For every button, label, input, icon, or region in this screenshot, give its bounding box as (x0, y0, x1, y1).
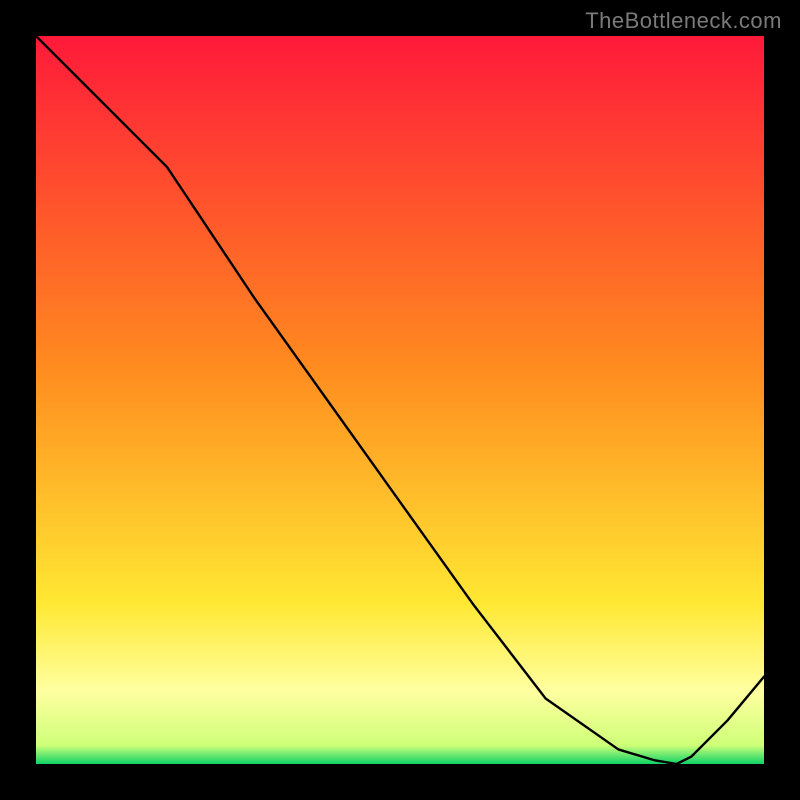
watermark-text: TheBottleneck.com (585, 8, 782, 34)
plot-area (36, 36, 764, 764)
chart-curve (36, 36, 764, 764)
